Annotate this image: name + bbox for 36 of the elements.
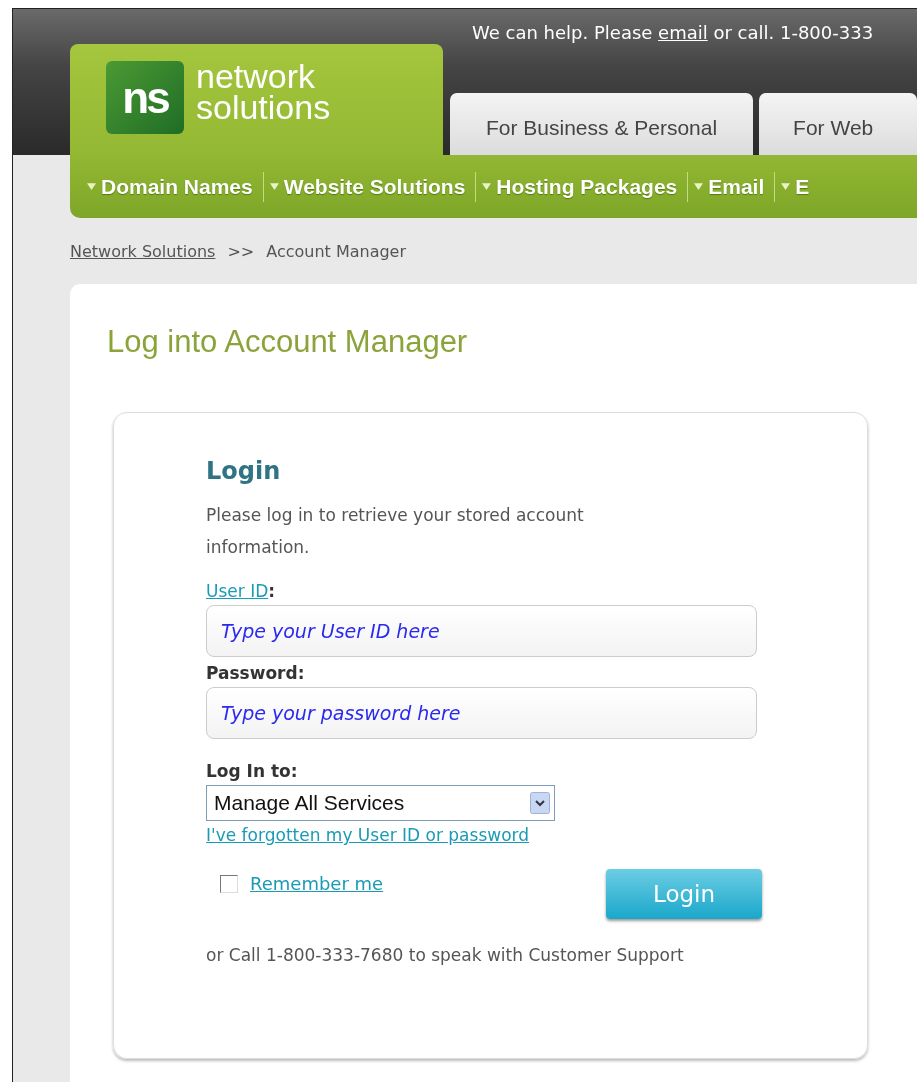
tab[interactable]: For Web	[759, 93, 917, 155]
remember-checkbox[interactable]	[220, 874, 238, 893]
remember-link[interactable]: Remember me	[250, 873, 384, 894]
label-colon: :	[268, 581, 276, 601]
nav-link[interactable]: Email	[708, 174, 765, 199]
breadcrumb-link[interactable]: Network Solutions	[70, 241, 216, 261]
support-text: or Call 1-800-333-7680 to speak with Customer Support	[206, 945, 685, 965]
tab[interactable]: For Business & Personal	[450, 93, 754, 155]
breadcrumb-current: Account Manager	[266, 241, 407, 261]
nav-link[interactable]: Domain Names	[101, 174, 253, 199]
label-colon: :	[297, 663, 305, 683]
email-link[interactable]: email	[658, 22, 708, 43]
input-field[interactable]: Type your password here	[206, 687, 757, 739]
nav-link[interactable]: Website Solutions	[283, 174, 466, 199]
caret-icon	[694, 183, 704, 190]
nav-link[interactable]: E	[795, 174, 810, 199]
nav-link[interactable]: Hosting Packages	[496, 174, 678, 199]
login-button[interactable]: Login	[606, 869, 762, 919]
caret-icon	[781, 183, 791, 190]
help-text: We can help. Please email or call. 1-800-333	[472, 22, 875, 43]
caret-icon	[482, 183, 492, 190]
input-field[interactable]: Type your User ID here	[206, 605, 757, 657]
logo-text: solutions	[196, 92, 331, 123]
field-label: Password	[206, 663, 298, 683]
forgot-link[interactable]: I've forgotten my User ID or password	[206, 825, 530, 845]
breadcrumb-separator: >>	[227, 241, 255, 261]
intro-text: Please log in to retrieve your stored account information.	[206, 504, 585, 559]
page-title: Log into Account Manager	[107, 324, 469, 360]
caret-icon	[269, 183, 279, 190]
field-label-link[interactable]: User ID	[206, 581, 269, 601]
service-dropdown[interactable]: Manage All Services	[206, 785, 555, 821]
select-label: Log In to:	[206, 761, 299, 781]
logo-text: network	[196, 61, 317, 92]
logo-mark: ns	[106, 61, 184, 134]
login-heading: Login	[206, 457, 282, 485]
caret-icon	[87, 183, 96, 190]
